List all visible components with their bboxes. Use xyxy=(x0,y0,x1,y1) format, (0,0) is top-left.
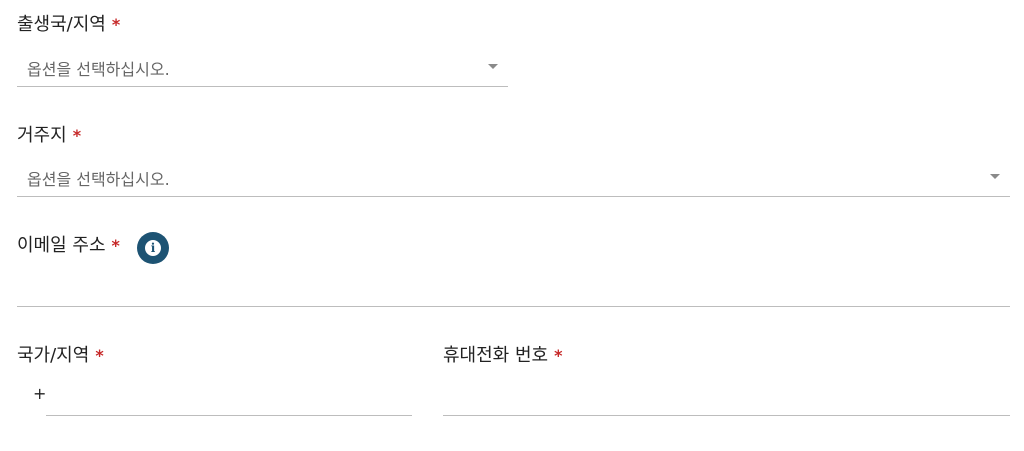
phone-label: 휴대전화 번호 * xyxy=(443,345,562,367)
required-asterisk: * xyxy=(111,236,120,255)
birth-country-label: 출생국/지역 * xyxy=(17,14,120,36)
country-code-label: 국가/지역 * xyxy=(17,345,104,367)
phone-label-text: 휴대전화 번호 xyxy=(443,345,549,366)
residence-placeholder: 옵션을 선택하십시오. xyxy=(27,170,170,189)
country-code-label-text: 국가/지역 xyxy=(17,345,90,366)
email-field[interactable] xyxy=(17,267,1010,307)
chevron-down-icon xyxy=(990,174,1000,179)
phone-field[interactable] xyxy=(443,376,1010,416)
birth-country-label-text: 출생국/지역 xyxy=(17,14,106,35)
birth-country-select[interactable]: 옵션을 선택하십시오. xyxy=(17,47,508,87)
birth-country-placeholder: 옵션을 선택하십시오. xyxy=(27,60,170,79)
email-label: 이메일 주소 * xyxy=(17,235,120,257)
country-code-field[interactable] xyxy=(46,376,412,416)
residence-label: 거주지 * xyxy=(17,125,81,147)
info-glyph: i xyxy=(145,240,161,256)
required-asterisk: * xyxy=(554,346,563,365)
email-label-text: 이메일 주소 xyxy=(17,235,106,256)
required-asterisk: * xyxy=(111,15,121,34)
required-asterisk: * xyxy=(95,346,104,365)
residence-select[interactable]: 옵션을 선택하십시오. xyxy=(17,157,1010,197)
chevron-down-icon xyxy=(488,64,498,69)
required-asterisk: * xyxy=(72,126,82,145)
residence-label-text: 거주지 xyxy=(17,125,67,146)
country-code-prefix: + xyxy=(33,384,47,403)
info-icon[interactable]: i xyxy=(137,232,169,264)
